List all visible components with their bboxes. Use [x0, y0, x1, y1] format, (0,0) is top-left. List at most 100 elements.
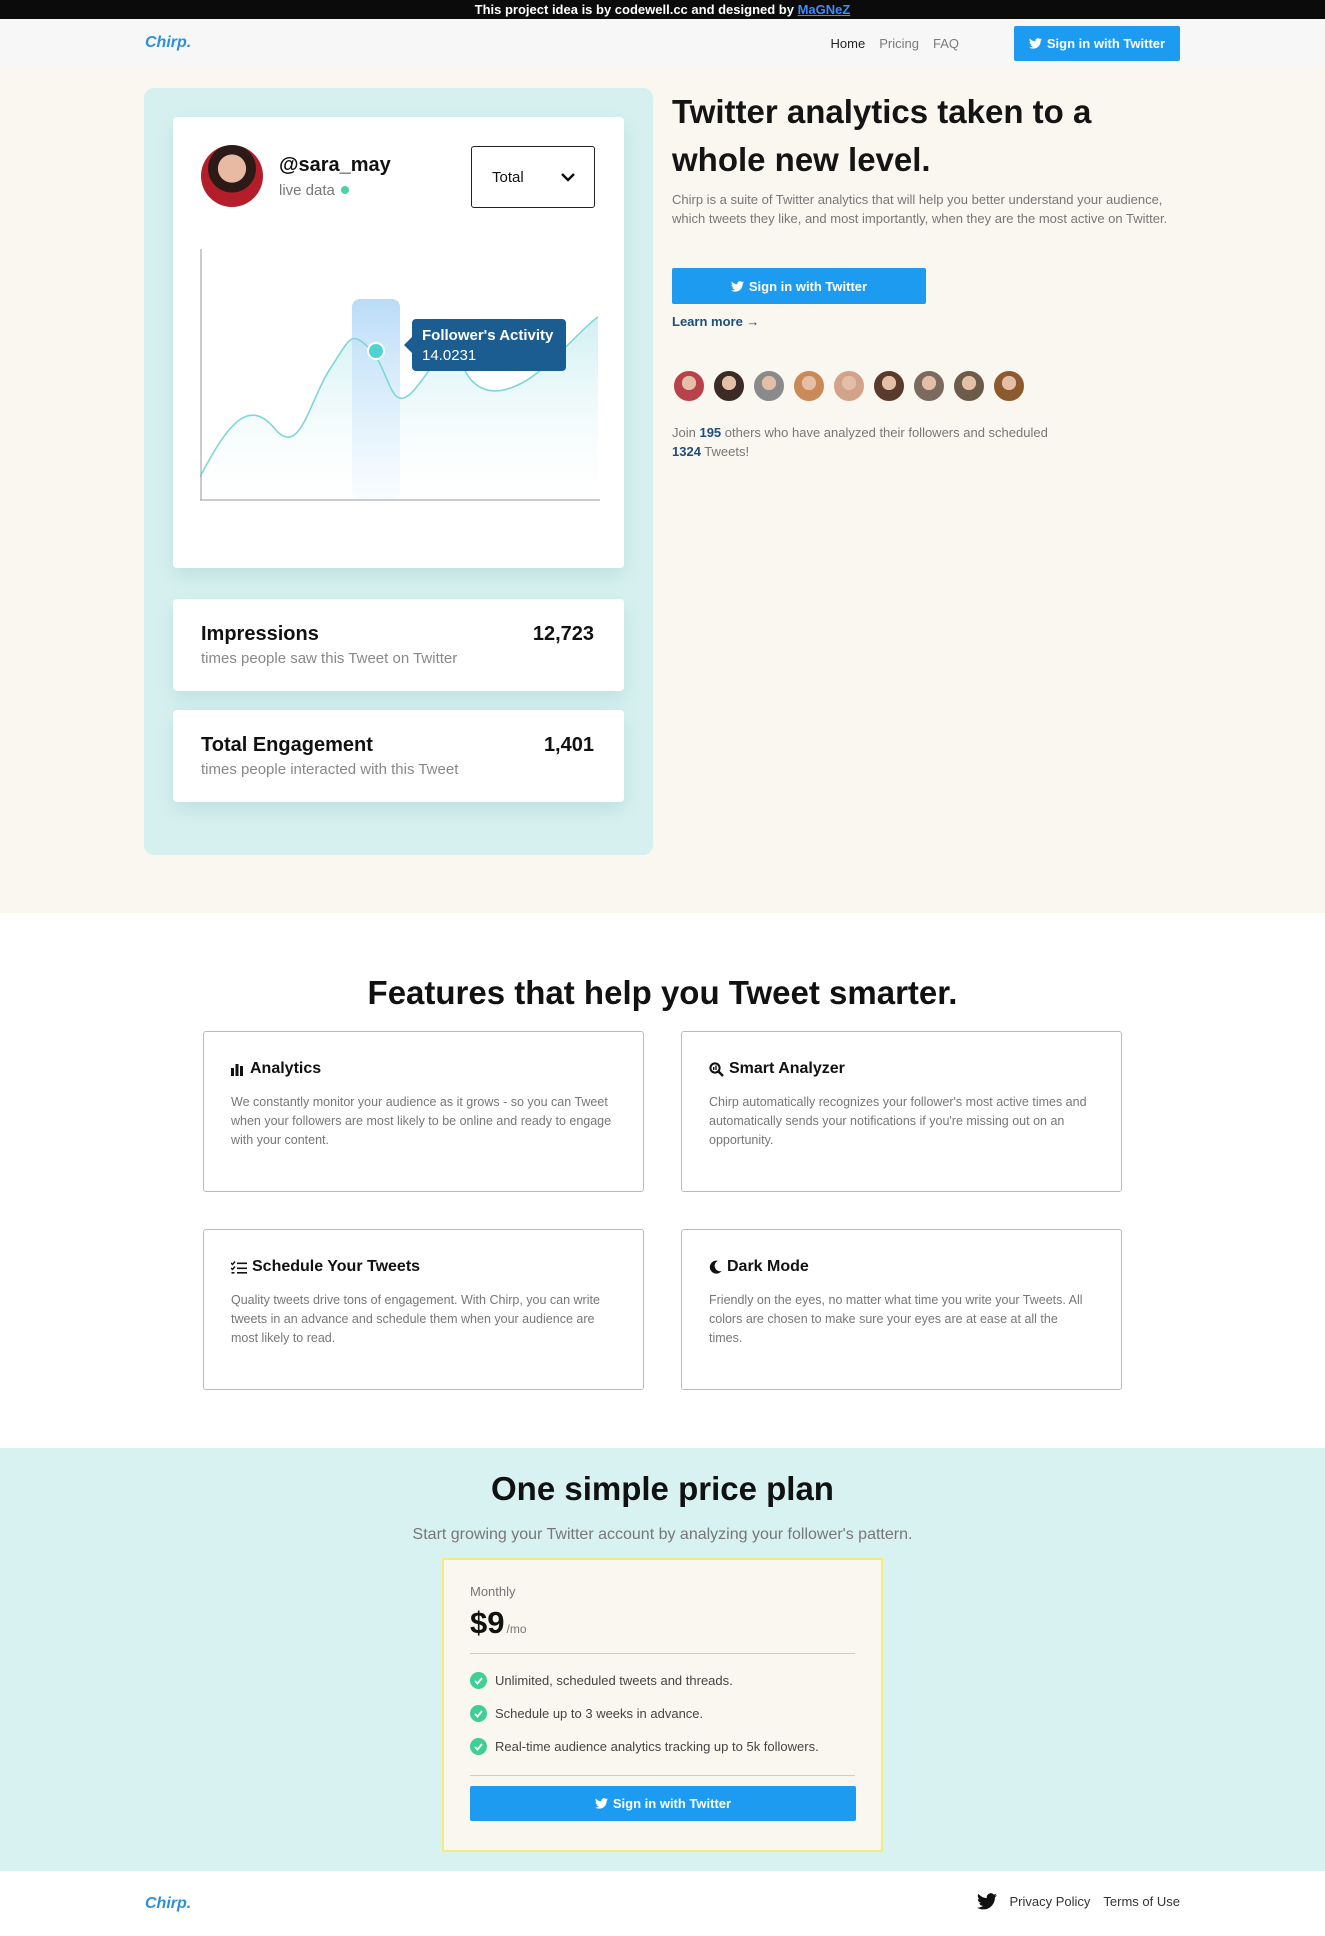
pricing-section: One simple price plan Start growing your… [0, 1448, 1325, 1871]
user-avatars [672, 369, 1026, 403]
live-status-label: live data [279, 182, 335, 199]
join-text: Join 195 others who have analyzed their … [672, 423, 1052, 461]
hero-description: Chirp is a suite of Twitter analytics th… [672, 192, 1168, 226]
avatar [672, 369, 706, 403]
engagement-card: Total Engagement times people interacted… [173, 710, 624, 802]
feature-title: Schedule Your Tweets [252, 1258, 421, 1275]
plan-feature-label: Schedule up to 3 weeks in advance. [495, 1706, 704, 1721]
check-circle-icon [470, 1672, 487, 1689]
feature-title: Analytics [250, 1060, 322, 1077]
plan-feature-label: Real-time audience analytics tracking up… [495, 1739, 819, 1754]
stat-subtitle: times people interacted with this Tweet [201, 761, 459, 778]
plan-feature-label: Unlimited, scheduled tweets and threads. [495, 1673, 733, 1688]
range-select[interactable]: Total [471, 146, 595, 208]
hero-title: Twitter analytics taken to a whole new l… [672, 93, 1092, 178]
hero-section: @sara_may live data Total Follower's Act [0, 67, 1325, 913]
top-nav: Chirp. Home Pricing FAQ Sign in with Twi… [0, 19, 1325, 67]
nav-links: Home Pricing FAQ [831, 36, 959, 51]
impressions-card: Impressions times people saw this Tweet … [173, 599, 624, 691]
twitter-bird-icon [730, 280, 744, 292]
twitter-bird-icon[interactable] [976, 1893, 997, 1910]
divider [470, 1653, 855, 1654]
profile-card: @sara_may live data Total Follower's Act [173, 117, 624, 568]
chart-highlight-point[interactable] [367, 342, 385, 360]
profile-handle: @sara_may [279, 154, 391, 176]
tooltip-value: 14.0231 [422, 347, 477, 364]
join-prefix: Join [672, 425, 700, 440]
brand-logo[interactable]: Chirp. [145, 34, 191, 52]
feature-smart-analyzer: Smart Analyzer Chirp automatically recog… [681, 1031, 1122, 1192]
range-select-value: Total [492, 169, 524, 186]
feature-title: Smart Analyzer [729, 1060, 845, 1077]
moon-icon [709, 1260, 722, 1274]
plan-feature: Schedule up to 3 weeks in advance. [470, 1697, 855, 1730]
join-mid: others who have analyzed their followers… [721, 425, 1048, 440]
avatar [792, 369, 826, 403]
plan-label: Monthly [470, 1584, 516, 1599]
avatar [872, 369, 906, 403]
check-circle-icon [470, 1705, 487, 1722]
features-section: Features that help you Tweet smarter. An… [0, 913, 1325, 1448]
feature-title: Dark Mode [727, 1258, 809, 1275]
feature-dark-mode: Dark Mode Friendly on the eyes, no matte… [681, 1229, 1122, 1390]
avatar [992, 369, 1026, 403]
plan-signin-label: Sign in with Twitter [612, 1796, 732, 1811]
stat-value: 1,401 [543, 734, 594, 756]
avatar [832, 369, 866, 403]
plan-price: $9/mo [470, 1605, 855, 1641]
footer-links: Privacy Policy Terms of Use [976, 1893, 1180, 1910]
stat-title: Impressions [201, 623, 319, 645]
plan-signin-button[interactable]: Sign in with Twitter [470, 1786, 856, 1821]
avatar [912, 369, 946, 403]
nav-signin-label: Sign in with Twitter [1046, 36, 1166, 51]
feature-analytics: Analytics We constantly monitor your aud… [203, 1031, 644, 1192]
banner-text: This project idea is by codewell.cc and … [474, 2, 798, 17]
banner-designer-link[interactable]: MaGNeZ [798, 2, 851, 17]
join-suffix: Tweets! [700, 444, 750, 459]
footer: Chirp. Privacy Policy Terms of Use [0, 1871, 1325, 1936]
feature-schedule: Schedule Your Tweets Quality tweets driv… [203, 1229, 644, 1390]
promo-banner: This project idea is by codewell.cc and … [0, 0, 1325, 19]
nav-faq[interactable]: FAQ [933, 36, 959, 51]
avatar [712, 369, 746, 403]
list-check-icon [231, 1260, 247, 1274]
activity-tooltip: Follower's Activity 14.0231 [404, 319, 566, 371]
search-chart-icon [709, 1061, 724, 1077]
live-status: live data [279, 182, 349, 199]
nav-pricing[interactable]: Pricing [879, 36, 919, 51]
follower-activity-chart [200, 249, 600, 501]
plan-feature: Unlimited, scheduled tweets and threads. [470, 1664, 855, 1697]
join-tweets: 1324 [672, 444, 701, 459]
learn-more-link[interactable]: Learn more → [672, 314, 759, 329]
live-dot-icon [340, 186, 349, 194]
nav-signin-button[interactable]: Sign in with Twitter [1014, 26, 1180, 61]
twitter-bird-icon [594, 1798, 608, 1809]
footer-logo[interactable]: Chirp. [145, 1895, 191, 1913]
check-circle-icon [470, 1738, 487, 1755]
avatar [201, 145, 263, 207]
price-plan-card: Monthly $9/mo Unlimited, scheduled tweet… [442, 1558, 883, 1852]
terms-of-use-link[interactable]: Terms of Use [1103, 1894, 1180, 1909]
tooltip-title: Follower's Activity [422, 327, 554, 344]
hero-signin-button[interactable]: Sign in with Twitter [672, 268, 926, 304]
pricing-subtitle: Start growing your Twitter account by an… [412, 1526, 913, 1543]
hero-signin-label: Sign in with Twitter [748, 278, 868, 294]
highlight-bar [352, 299, 400, 499]
analytics-preview-panel: @sara_may live data Total Follower's Act [144, 88, 653, 855]
avatar [752, 369, 786, 403]
stat-title: Total Engagement [201, 734, 373, 756]
join-count: 195 [699, 425, 722, 440]
feature-desc: Friendly on the eyes, no matter what tim… [709, 1293, 1083, 1345]
privacy-policy-link[interactable]: Privacy Policy [1010, 1894, 1091, 1909]
divider [470, 1775, 855, 1776]
feature-desc: We constantly monitor your audience as i… [231, 1095, 612, 1147]
avatar [952, 369, 986, 403]
features-title: Features that help you Tweet smarter. [367, 974, 958, 1011]
stat-subtitle: times people saw this Tweet on Twitter [201, 650, 458, 667]
stat-value: 12,723 [532, 623, 594, 645]
plan-price-period: /mo [506, 1622, 527, 1636]
pricing-title: One simple price plan [491, 1470, 834, 1507]
nav-home[interactable]: Home [831, 36, 866, 51]
feature-desc: Chirp automatically recognizes your foll… [709, 1095, 1087, 1147]
feature-desc: Quality tweets drive tons of engagement.… [231, 1293, 600, 1345]
